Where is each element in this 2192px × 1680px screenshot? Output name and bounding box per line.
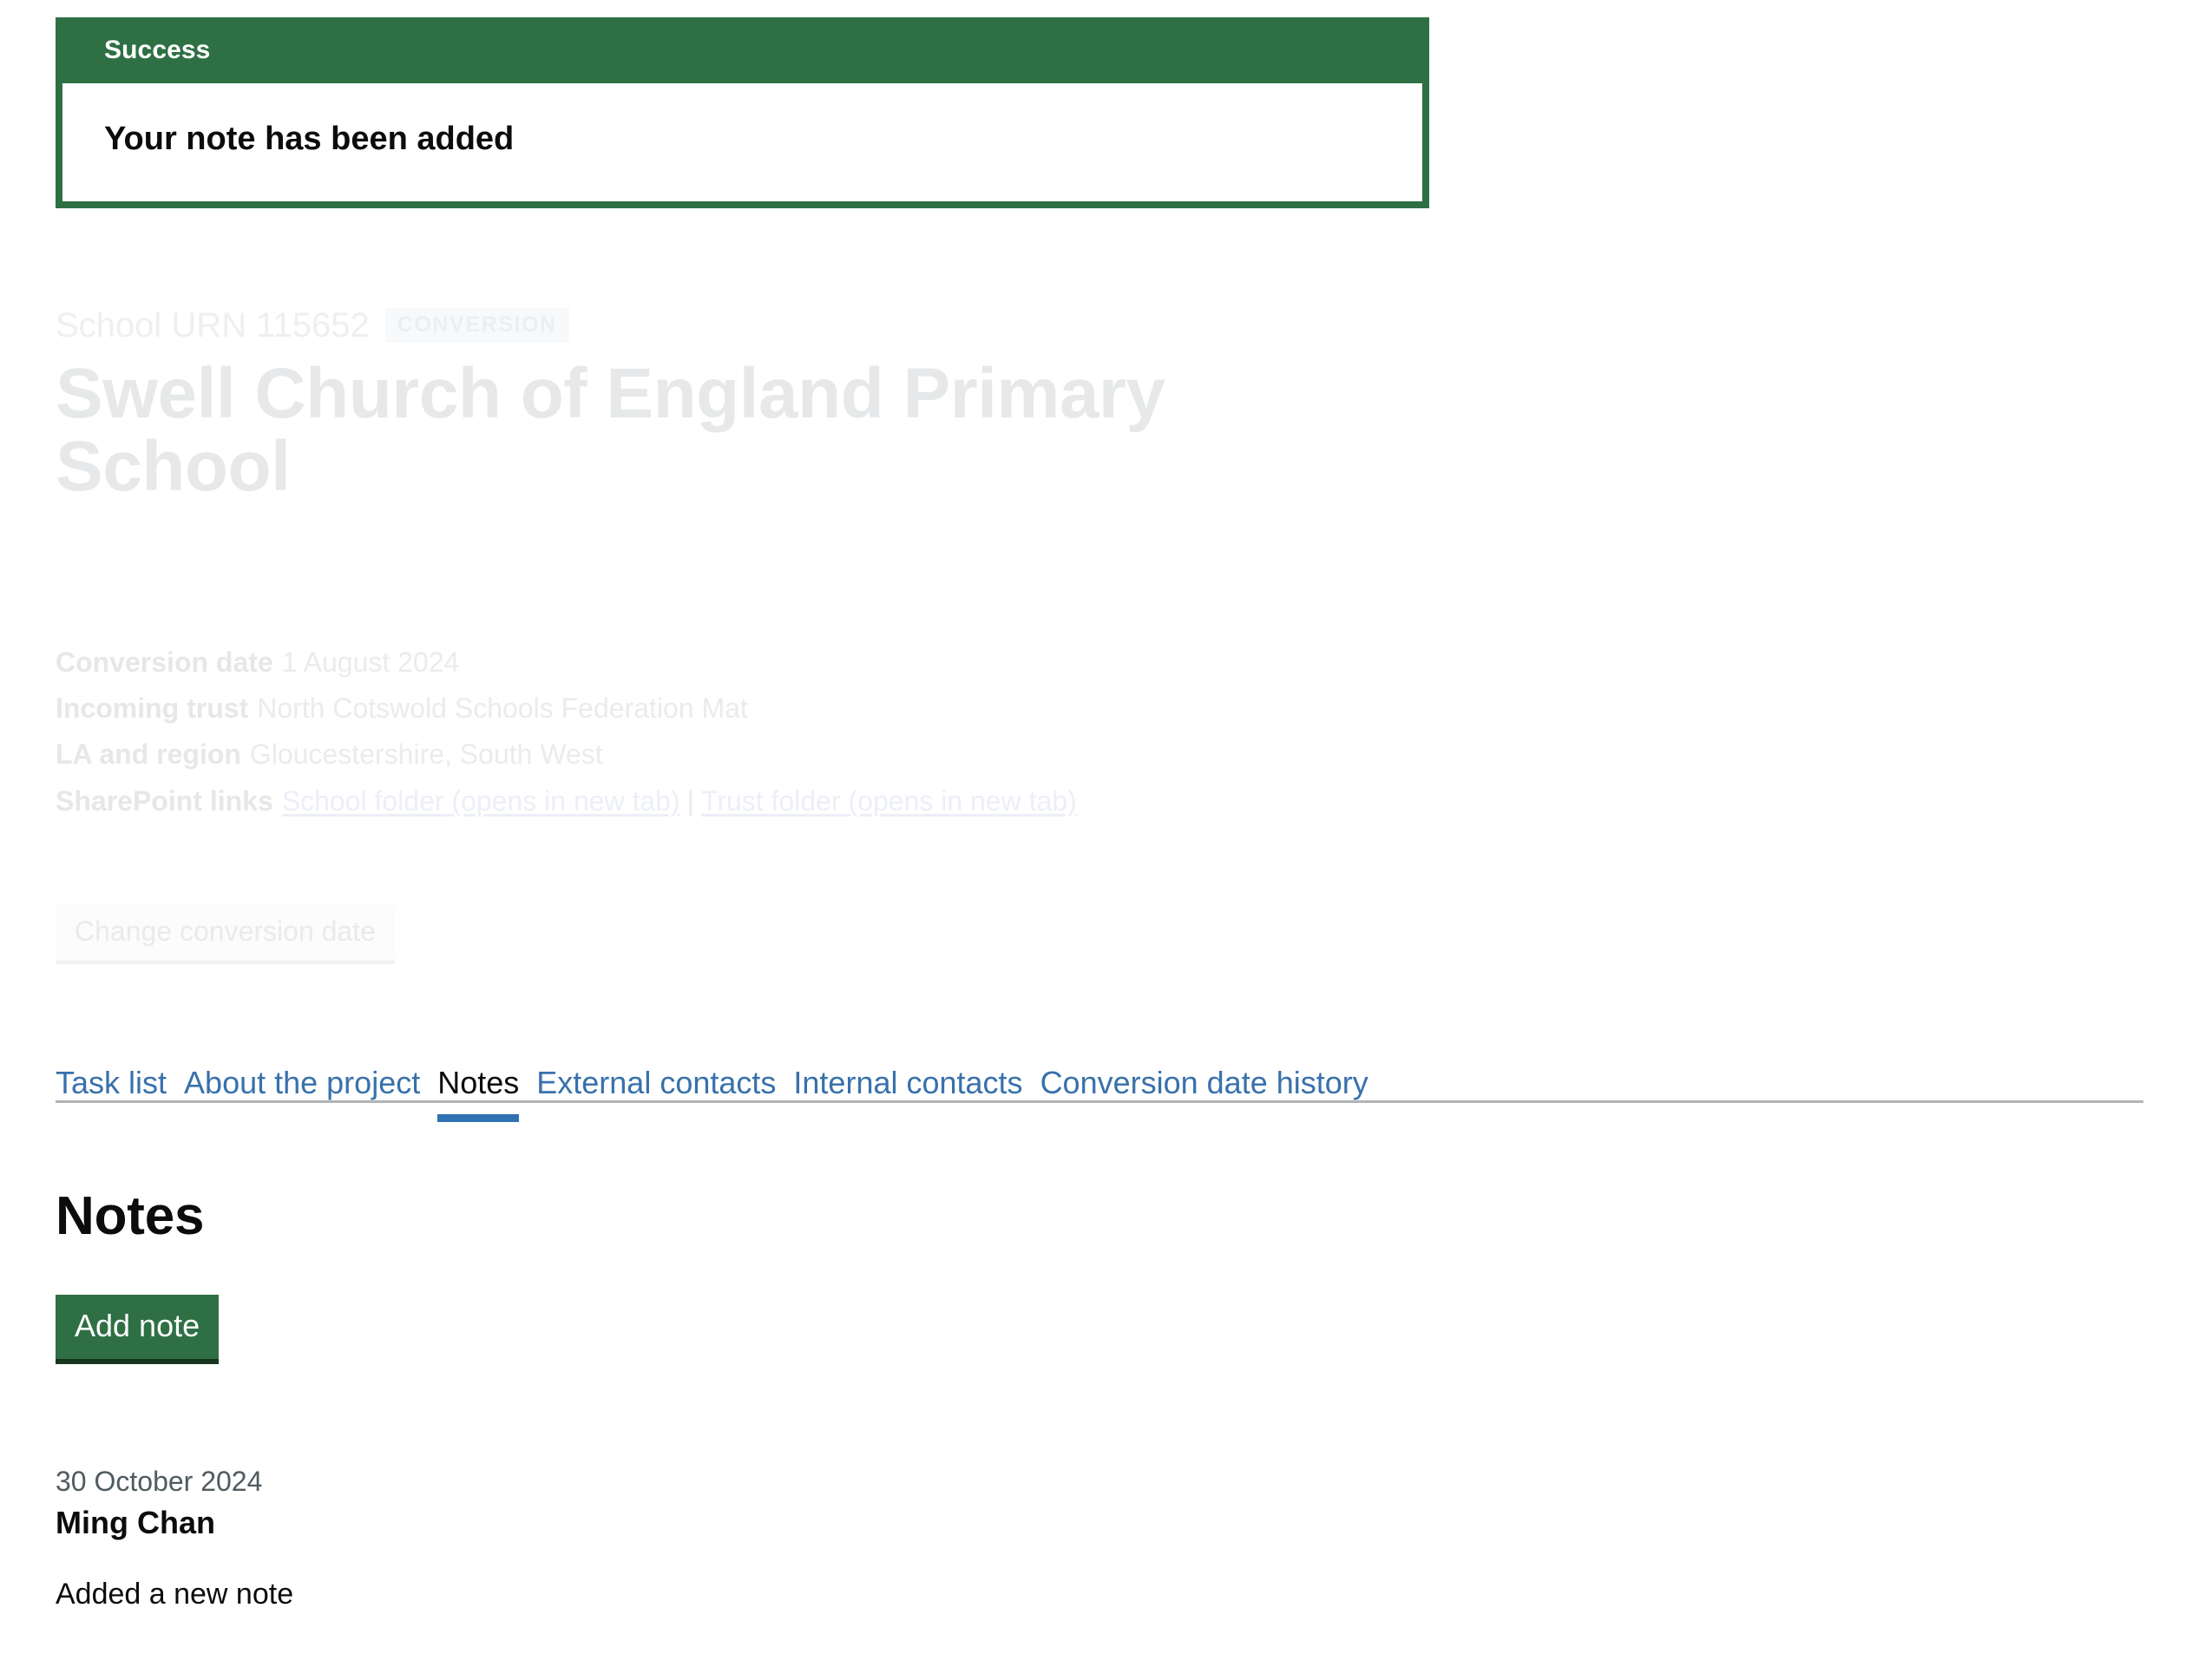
page-root: Success Your note has been added School … <box>0 0 2192 1680</box>
incoming-trust-value: North Cotswold Schools Federation Mat <box>257 692 748 725</box>
tab-notes[interactable]: Notes <box>437 1065 536 1119</box>
tab-item: Conversion date history <box>1040 1066 1386 1100</box>
tab-conversion-date-history[interactable]: Conversion date history <box>1040 1065 1386 1119</box>
conversion-date-value: 1 August 2024 <box>281 646 460 678</box>
tab-task-list[interactable]: Task list <box>56 1065 184 1119</box>
tab-item: Task list <box>56 1066 184 1100</box>
sharepoint-links-label: SharePoint links <box>56 784 273 817</box>
conversion-date-label: Conversion date <box>56 646 273 678</box>
tab-item: External contacts <box>536 1066 793 1100</box>
sharepoint-links-values: School folder (opens in new tab) | Trust f… <box>282 785 1077 817</box>
tab-external-contacts[interactable]: External contacts <box>536 1065 793 1119</box>
school-urn-caption: School URN 115652 <box>56 306 370 345</box>
notification-title: Success <box>104 36 211 64</box>
success-notification-banner: Success Your note has been added <box>56 17 1429 208</box>
project-caption-row: School URN 115652 CONVERSION <box>56 305 2138 345</box>
note-body: Added a new note <box>56 1578 294 1611</box>
project-header: School URN 115652 CONVERSION Swell Churc… <box>56 305 2138 550</box>
la-and-region-label: LA and region <box>56 738 241 771</box>
tab-item: Notes <box>437 1066 536 1100</box>
tabs-list: Task list About the project Notes Extern… <box>56 1066 2143 1103</box>
notification-message: Your note has been added <box>104 121 515 157</box>
tab-item: About the project <box>184 1066 437 1100</box>
project-summary-list: Conversion date 1 August 2024 Incoming tr… <box>56 644 2051 820</box>
change-conversion-date-button[interactable]: Change conversion date <box>56 904 395 965</box>
school-folder-link[interactable]: School folder (opens in new tab) <box>282 785 680 817</box>
incoming-trust-label: Incoming trust <box>56 692 249 725</box>
tab-item: Internal contacts <box>793 1066 1040 1100</box>
tab-internal-contacts[interactable]: Internal contacts <box>793 1065 1040 1119</box>
tab-about-the-project[interactable]: About the project <box>184 1065 437 1119</box>
trust-folder-link[interactable]: Trust folder (opens in new tab) <box>701 785 1077 817</box>
notes-heading: Notes <box>56 1186 205 1246</box>
project-tabs: Task list About the project Notes Extern… <box>56 1066 2143 1103</box>
note-list: 30 October 2024 Ming Chan Added a new no… <box>56 1465 2143 1614</box>
notes-panel: Notes Add note 30 October 2024 Ming Chan… <box>56 1186 2143 1614</box>
la-and-region-value: Gloucestershire, South West <box>249 738 603 771</box>
note-date: 30 October 2024 <box>56 1465 263 1497</box>
summary-row-sharepoint-links: SharePoint links School folder (opens in … <box>56 783 2051 820</box>
list-item: 30 October 2024 Ming Chan Added a new no… <box>56 1465 2143 1614</box>
add-note-button[interactable]: Add note <box>56 1295 220 1364</box>
note-author: Ming Chan <box>56 1505 215 1541</box>
page-title: Swell Church of England Primary School <box>56 354 1165 506</box>
summary-row-la-and-region: LA and region Gloucestershire, South West <box>56 736 2051 773</box>
sharepoint-link-separator: | <box>686 784 694 817</box>
summary-row-conversion-date: Conversion date 1 August 2024 <box>56 644 2051 681</box>
notification-header: Success <box>62 24 1422 83</box>
notification-body: Your note has been added <box>62 83 1422 201</box>
project-type-tag: CONVERSION <box>384 308 569 343</box>
summary-row-incoming-trust: Incoming trust North Cotswold Schools Fed… <box>56 690 2051 727</box>
